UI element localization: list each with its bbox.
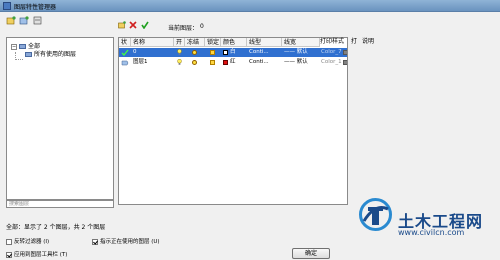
show-in-use-option[interactable]: 指示正在使用的图层 (U) (92, 237, 160, 245)
color-name[interactable]: 白 (230, 48, 244, 57)
column-status[interactable]: 状 (119, 38, 131, 47)
linetype[interactable]: Conti... (249, 48, 281, 57)
invert-filter-checkbox[interactable] (6, 238, 12, 245)
current-layer-value: 0 (200, 23, 204, 30)
new-layer-icon[interactable] (118, 21, 126, 29)
ok-button[interactable]: 确定 (292, 248, 330, 259)
civilcn-logo-icon (359, 198, 392, 231)
option-label: 应用到图层工具栏 (T) (14, 252, 68, 258)
collapse-toggle-icon[interactable]: − (11, 43, 17, 50)
status-text: 全部：显示了 2 个图层，共 2 个图层 (6, 224, 106, 231)
layer-name: 图层1 (133, 59, 148, 65)
column-color[interactable]: 颜色 (221, 38, 247, 47)
color-name[interactable]: 红 (230, 58, 244, 67)
set-current-icon[interactable] (141, 21, 149, 29)
invert-filter-option[interactable]: 反转过滤器 (I) (6, 237, 49, 245)
watermark-url: www.civilcn.com (398, 228, 465, 237)
plot-style: Color_7 (321, 49, 342, 55)
tree-item-used-layers[interactable]: 所有使用的图层 (25, 49, 76, 58)
column-description[interactable]: 说明 (362, 37, 374, 46)
color-swatch[interactable] (223, 60, 228, 65)
lineweight[interactable]: —— 默认 (284, 48, 319, 57)
apply-toolbar-option[interactable]: 应用到图层工具栏 (T) (6, 250, 67, 258)
column-lock[interactable]: 锁定 (205, 38, 221, 47)
printer-icon[interactable] (343, 50, 347, 55)
app-icon (3, 2, 11, 10)
column-plot-style[interactable]: 打印样式 (320, 37, 344, 46)
new-group-filter-icon[interactable] (19, 16, 29, 25)
column-freeze[interactable]: 冻结 (185, 38, 205, 47)
layer-states-icon[interactable] (33, 16, 43, 25)
option-label: 指示正在使用的图层 (U) (100, 239, 160, 245)
unlocked-icon[interactable] (210, 50, 215, 55)
color-swatch[interactable] (223, 50, 228, 55)
sun-thawed-icon[interactable] (192, 50, 197, 55)
column-linetype[interactable]: 线型 (247, 38, 282, 47)
plot-style: Color_1 (321, 59, 342, 65)
sun-thawed-icon[interactable] (192, 60, 197, 65)
column-on[interactable]: 开 (174, 38, 185, 47)
column-plot[interactable]: 打 (351, 37, 357, 46)
tree-item-label: 所有使用的图层 (34, 51, 77, 58)
show-in-use-checkbox[interactable] (92, 238, 98, 245)
apply-toolbar-checkbox[interactable] (6, 251, 12, 258)
new-property-filter-icon[interactable] (6, 16, 16, 25)
lightbulb-on-icon[interactable] (177, 59, 182, 65)
window-title: 图层特性管理器 (14, 4, 57, 11)
linetype[interactable]: Conti... (249, 58, 281, 67)
title-bar[interactable]: 图层特性管理器 (0, 0, 500, 12)
filter-tree: − 全部 所有使用的图层 (6, 37, 114, 200)
layer-status-icon (121, 60, 129, 66)
lightbulb-on-icon[interactable] (177, 49, 182, 55)
current-layer-label: 当前图层： (168, 25, 199, 32)
table-row[interactable]: 0 白 Conti... —— 默认 Color_7 (119, 48, 347, 57)
layer-name: 0 (133, 49, 137, 55)
printer-icon[interactable] (343, 60, 347, 65)
delete-layer-icon[interactable] (129, 21, 137, 29)
layer-list: 状 名称 开 冻结 锁定 颜色 线型 线宽 0 白 Conti... —— 默认… (118, 37, 348, 205)
column-lineweight[interactable]: 线宽 (282, 38, 320, 47)
option-label: 反转过滤器 (I) (14, 239, 50, 245)
table-row[interactable]: 图层1 红 Conti... —— 默认 Color_1 (119, 58, 347, 67)
tree-connector-line (15, 52, 23, 60)
filter-icon (25, 52, 32, 57)
lineweight[interactable]: —— 默认 (284, 58, 319, 67)
column-name[interactable]: 名称 (131, 38, 174, 47)
current-layer-check-icon (121, 49, 129, 56)
search-layers-input[interactable]: 搜索图层 (6, 200, 114, 208)
unlocked-icon[interactable] (210, 60, 215, 65)
